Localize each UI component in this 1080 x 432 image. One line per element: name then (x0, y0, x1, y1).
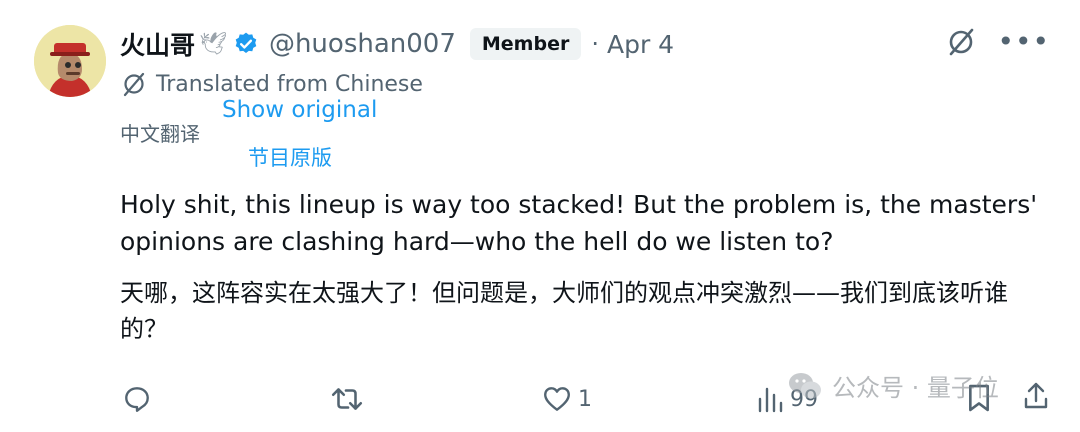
reply-button[interactable] (122, 384, 158, 414)
share-icon (1024, 382, 1048, 409)
heart-icon (544, 387, 570, 411)
avatar-image (34, 25, 106, 97)
repost-button[interactable] (330, 384, 370, 414)
translated-label: Translated from Chinese (156, 71, 423, 97)
member-badge: Member (469, 28, 582, 60)
views-chart-icon (758, 387, 783, 413)
avatar[interactable] (34, 25, 106, 97)
post-text-zh: 天哪，这阵容实在太强大了！但问题是，大师们的观点冲突激烈——我们到底该听谁的？ (120, 279, 1008, 343)
watermark-text: 公众号 · 量子位 (832, 374, 999, 402)
separator-dot: · (591, 30, 599, 58)
reply-icon (125, 387, 149, 412)
translation-notice: Translated from Chinese (120, 70, 423, 98)
more-options-icon[interactable]: ••• (997, 28, 1050, 56)
verified-badge-icon[interactable] (233, 31, 259, 57)
show-original-link-cn[interactable]: 节目原版 (248, 142, 332, 172)
like-button[interactable]: 1 (542, 384, 592, 414)
repost-icon (331, 388, 363, 410)
post-header: 火山哥 🕊 @huoshan007 Member · Apr 4 (120, 24, 674, 64)
post-date[interactable]: Apr 4 (607, 30, 674, 59)
translate-icon (123, 72, 145, 97)
share-button[interactable] (1022, 380, 1050, 412)
show-original-link[interactable]: Show original (222, 97, 377, 123)
dove-icon: 🕊 (199, 31, 227, 57)
translated-label-cn: 中文翻译 (120, 122, 200, 146)
author-handle[interactable]: @huoshan007 (269, 29, 456, 59)
like-count: 1 (578, 386, 592, 412)
display-name[interactable]: 火山哥 (120, 26, 195, 62)
watermark: 公众号 · 量子位 (786, 368, 999, 403)
wechat-icon (789, 372, 821, 398)
grok-icon[interactable] (945, 26, 977, 58)
post-text-en: Holy shit, this lineup is way too stacke… (120, 190, 1038, 256)
post-top-actions: ••• (945, 26, 1050, 58)
